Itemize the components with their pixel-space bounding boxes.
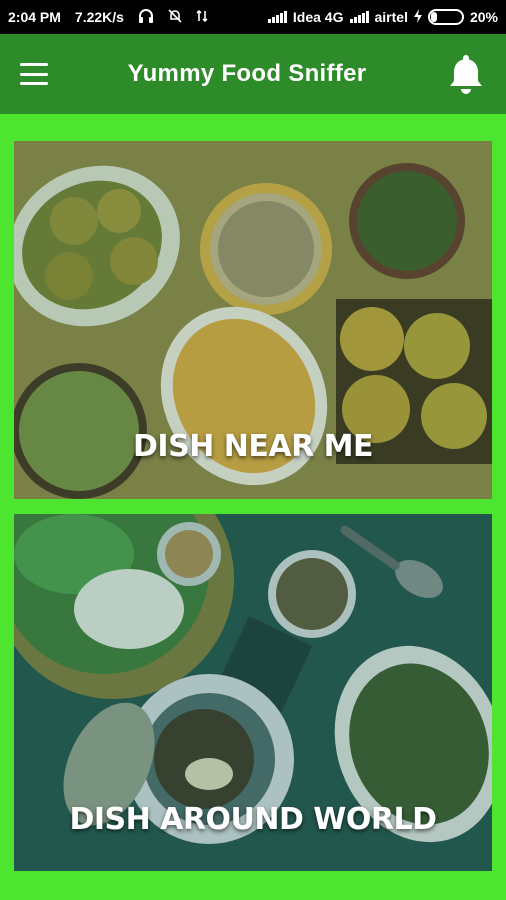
network-speed: 7.22K/s (74, 9, 124, 25)
bell-icon[interactable] (446, 52, 486, 96)
battery-icon (427, 9, 464, 25)
carrier-1: Idea 4G (292, 9, 344, 25)
battery-percent: 20% (469, 9, 498, 25)
dish-around-world-card[interactable]: DISH AROUND WORLD (14, 514, 492, 871)
status-time: 2:04 PM (8, 9, 61, 25)
app-bar: Yummy Food Sniffer (0, 34, 506, 114)
hamburger-menu-icon[interactable] (20, 63, 48, 85)
carrier-2: airtel (374, 9, 408, 25)
dish-around-world-label: DISH AROUND WORLD (69, 802, 437, 837)
status-right: Idea 4G airtel 20% (267, 8, 498, 26)
data-arrows-icon (196, 9, 208, 26)
charging-icon (413, 8, 422, 26)
status-bar: 2:04 PM 7.22K/s Idea 4G airtel 20% (0, 0, 506, 34)
headphones-icon (138, 8, 154, 26)
battery-fill (430, 12, 437, 22)
dish-near-me-label: DISH NEAR ME (133, 429, 373, 464)
signal-icon (349, 11, 369, 23)
app-title: Yummy Food Sniffer (127, 60, 367, 87)
dish-near-me-card[interactable]: DISH NEAR ME (14, 141, 492, 499)
status-left: 2:04 PM 7.22K/s (8, 8, 208, 26)
mute-icon (168, 8, 182, 26)
signal-icon (267, 11, 287, 23)
